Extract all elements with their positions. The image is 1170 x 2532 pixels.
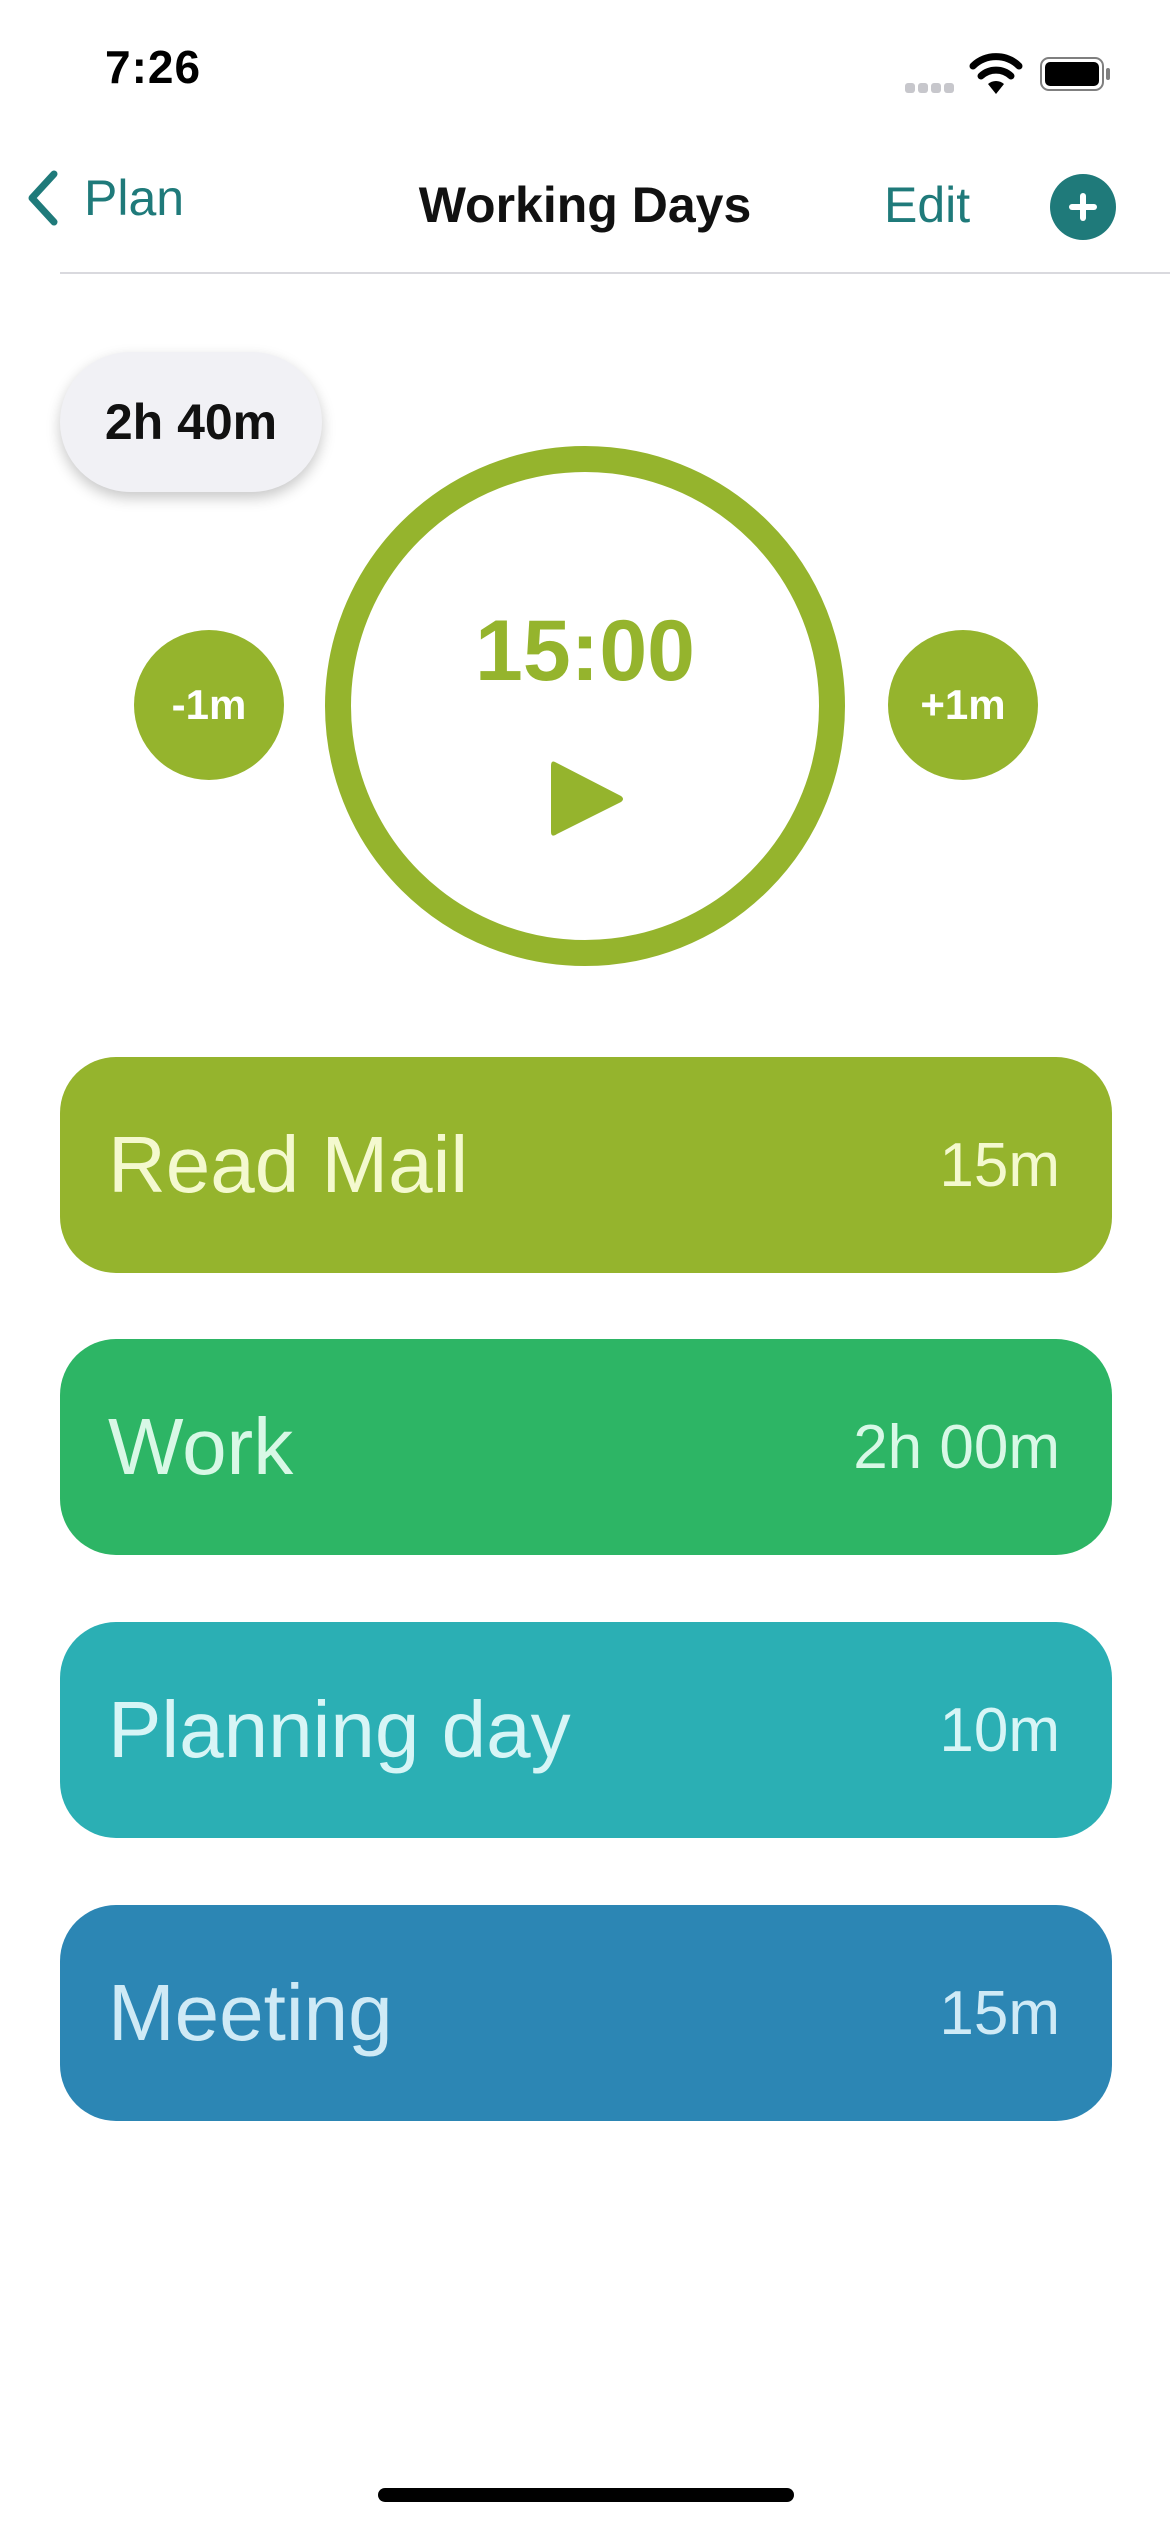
task-duration: 10m <box>939 1695 1060 1765</box>
task-item-meeting[interactable]: Meeting 15m <box>60 1905 1112 2121</box>
play-icon[interactable] <box>547 756 627 842</box>
task-name: Work <box>108 1402 294 1491</box>
timer-display: 15:00 <box>475 603 695 699</box>
task-duration: 15m <box>939 1130 1060 1200</box>
status-time: 7:26 <box>105 41 202 93</box>
task-item-read-mail[interactable]: Read Mail 15m <box>60 1057 1112 1273</box>
timer-ring[interactable] <box>325 446 845 966</box>
decrease-minute-button[interactable]: -1m <box>134 630 284 780</box>
add-button[interactable] <box>1050 174 1116 240</box>
increase-minute-button[interactable]: +1m <box>888 630 1038 780</box>
task-name: Read Mail <box>108 1120 469 1209</box>
wifi-icon <box>969 53 1023 94</box>
total-duration-badge: 2h 40m <box>60 352 322 492</box>
page-title: Working Days <box>418 177 752 233</box>
home-indicator[interactable] <box>378 2488 794 2502</box>
edit-button[interactable]: Edit <box>884 176 970 234</box>
task-duration: 2h 00m <box>853 1412 1060 1482</box>
task-item-planning-day[interactable]: Planning day 10m <box>60 1622 1112 1838</box>
task-name: Planning day <box>108 1685 571 1774</box>
nav-divider <box>60 272 1170 274</box>
cellular-signal-icon <box>905 80 957 98</box>
battery-icon <box>1040 57 1110 91</box>
task-item-work[interactable]: Work 2h 00m <box>60 1339 1112 1555</box>
task-name: Meeting <box>108 1968 393 2057</box>
task-duration: 15m <box>939 1978 1060 2048</box>
